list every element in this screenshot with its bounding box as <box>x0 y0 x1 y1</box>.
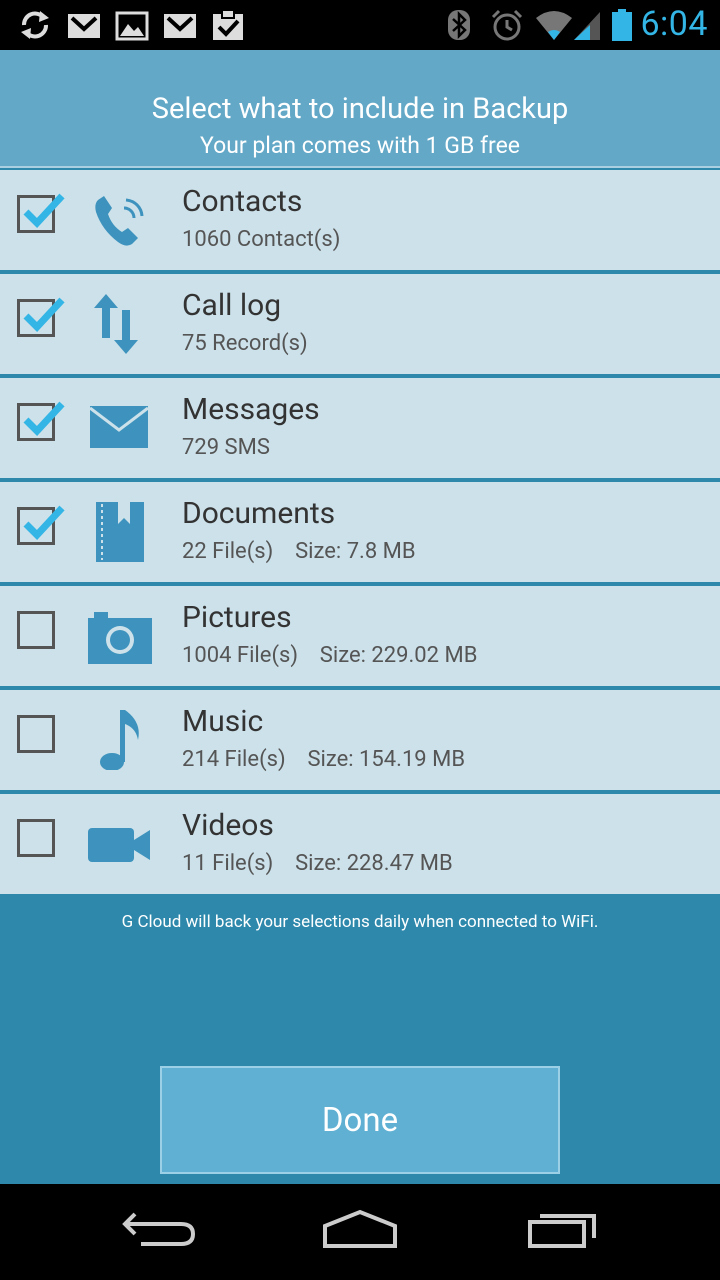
list-item-contacts[interactable]: Contacts 1060 Contact(s) <box>0 170 720 270</box>
item-label: Music <box>182 704 264 739</box>
checkbox-pictures[interactable] <box>17 611 55 649</box>
list-item-videos[interactable]: Videos 11 File(s) Size: 228.47 MB <box>0 794 720 894</box>
item-detail: 1004 File(s) Size: 229.02 MB <box>182 643 478 668</box>
checkbox-call-log[interactable] <box>17 297 65 337</box>
header: Select what to include in Backup Your pl… <box>0 50 720 168</box>
item-label: Videos <box>182 808 274 843</box>
navigation-bar <box>0 1184 720 1280</box>
gmail-icon <box>164 14 196 38</box>
gmail-icon <box>68 14 100 38</box>
list-item-call-log[interactable]: Call log 75 Record(s) <box>0 274 720 374</box>
item-detail: 75 Record(s) <box>182 331 308 356</box>
item-detail: 22 File(s) Size: 7.8 MB <box>182 539 416 564</box>
checkmark-icon <box>23 297 65 333</box>
page-title: Select what to include in Backup <box>151 92 569 126</box>
checkbox-messages[interactable] <box>17 401 65 441</box>
list-item-documents[interactable]: Documents 22 File(s) Size: 7.8 MB <box>0 482 720 582</box>
music-note-icon <box>100 710 139 770</box>
phone-icon <box>95 196 144 246</box>
footer-note: G Cloud will back your selections daily … <box>121 912 599 932</box>
checkbox-videos[interactable] <box>17 819 55 857</box>
list-item-music[interactable]: Music 214 File(s) Size: 154.19 MB <box>0 690 720 790</box>
camera-icon <box>88 612 152 664</box>
page-subtitle: Your plan comes with 1 GB free <box>200 132 520 159</box>
sync-icon <box>21 11 49 39</box>
video-camera-icon <box>88 828 150 862</box>
status-bar: 6:04 <box>0 0 720 50</box>
item-label: Pictures <box>182 600 292 635</box>
wifi-icon <box>536 11 572 40</box>
list-item-pictures[interactable]: Pictures 1004 File(s) Size: 229.02 MB <box>0 586 720 686</box>
item-detail: 1060 Contact(s) <box>182 227 341 252</box>
clipboard-check-icon <box>213 9 243 40</box>
checkbox-contacts[interactable] <box>17 193 65 233</box>
item-label: Documents <box>182 496 336 531</box>
done-button[interactable]: Done <box>160 1066 560 1174</box>
home-icon[interactable] <box>315 1204 405 1254</box>
checkmark-icon <box>23 193 65 229</box>
notebook-icon <box>96 502 144 562</box>
list-item-messages[interactable]: Messages 729 SMS <box>0 378 720 478</box>
image-icon <box>115 11 149 41</box>
back-icon[interactable] <box>115 1204 205 1254</box>
battery-icon <box>612 9 632 41</box>
item-detail: 214 File(s) Size: 154.19 MB <box>182 747 466 772</box>
recent-apps-icon[interactable] <box>518 1204 608 1254</box>
checkmark-icon <box>23 401 65 437</box>
item-detail: 729 SMS <box>182 435 270 460</box>
item-label: Contacts <box>182 184 303 219</box>
checkbox-music[interactable] <box>17 715 55 753</box>
checkmark-icon <box>23 505 65 541</box>
bluetooth-icon <box>448 10 470 40</box>
item-label: Messages <box>182 392 320 427</box>
signal-icon <box>574 12 600 40</box>
item-label: Call log <box>182 288 282 323</box>
item-detail: 11 File(s) Size: 228.47 MB <box>182 851 453 876</box>
checkbox-documents[interactable] <box>17 505 65 545</box>
envelope-icon <box>89 406 149 448</box>
alarm-icon <box>491 9 523 41</box>
backup-screen: Select what to include in Backup Your pl… <box>0 50 720 1184</box>
up-down-arrows-icon <box>94 294 138 354</box>
status-time: 6:04 <box>640 4 708 44</box>
